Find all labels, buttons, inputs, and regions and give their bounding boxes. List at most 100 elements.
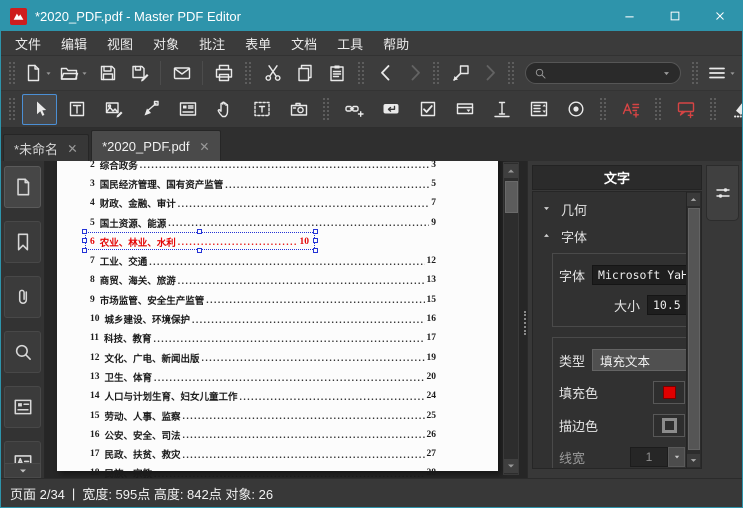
selection-handle[interactable] (313, 229, 318, 235)
toc-row[interactable]: 5 国土资源、能源 9 (90, 213, 436, 232)
pdf-page[interactable]: 2 综合政务 3 3 国民经济管理、国有资产监管 5 4 财政、金融、审计 7 5 国土资源、能源 9… (57, 161, 498, 478)
enter-key-button[interactable] (373, 94, 408, 125)
menu-view[interactable]: 视图 (97, 31, 143, 56)
section-geometry[interactable]: 几何 (539, 196, 701, 223)
toolbar-grip[interactable] (245, 62, 252, 84)
email-button[interactable] (166, 59, 197, 87)
selection-handle[interactable] (82, 229, 87, 235)
toolbar-grip[interactable] (600, 98, 606, 120)
back-button[interactable] (370, 59, 401, 87)
checkbox-field-button[interactable] (410, 94, 445, 125)
menu-edit[interactable]: 编辑 (51, 31, 97, 56)
edit-text-button[interactable] (59, 94, 94, 125)
sidebar-search-button[interactable] (4, 331, 41, 373)
menu-document[interactable]: 文档 (281, 31, 327, 56)
listbox-field-button[interactable] (521, 94, 556, 125)
tab-untitled[interactable]: *未命名 (3, 134, 90, 161)
toolbar-grip[interactable] (9, 98, 15, 120)
scroll-down-icon[interactable] (504, 459, 518, 473)
scrollbar-thumb[interactable] (505, 181, 518, 213)
toolbar-grip[interactable] (323, 98, 329, 120)
font-name-input[interactable]: Microsoft YaHei (592, 265, 695, 285)
hand-tool-button[interactable] (207, 94, 242, 125)
print-button[interactable] (208, 59, 239, 87)
toc-row[interactable]: 15 劳动、人事、监察 25 (90, 406, 436, 425)
toolbar-grip[interactable] (655, 98, 661, 120)
section-font[interactable]: 字体 (539, 223, 701, 250)
toc-row[interactable]: 17 民政、扶贫、救灾 27 (90, 444, 436, 463)
toc-row[interactable]: 11 科技、教育 17 (90, 329, 436, 348)
combobox-field-button[interactable] (447, 94, 482, 125)
toc-row[interactable]: 6农业、林业、水利10 (82, 229, 318, 254)
selection-handle[interactable] (82, 238, 87, 244)
dropdown-icon[interactable] (728, 69, 737, 78)
highlight-text-button[interactable] (613, 94, 648, 125)
scroll-up-icon[interactable] (504, 164, 518, 178)
toc-row[interactable]: 14 人口与计划生育、妇女儿童工作 24 (90, 387, 436, 406)
tab-close-icon[interactable] (199, 141, 210, 152)
toc-row[interactable]: 13 卫生、体育 20 (90, 367, 436, 386)
tab-close-icon[interactable] (67, 143, 78, 154)
toc-row[interactable]: 18 民族、宗教 28 (90, 464, 436, 478)
tab-2020-pdf[interactable]: *2020_PDF.pdf (91, 130, 221, 161)
open-file-button[interactable] (57, 59, 92, 87)
edit-forms-button[interactable] (170, 94, 205, 125)
toc-row[interactable]: 4 财政、金融、审计 7 (90, 194, 436, 213)
sidebar-page-thumbnails-button[interactable] (4, 166, 41, 208)
forward-button[interactable] (402, 59, 427, 87)
toc-row[interactable]: 3 国民经济管理、国有资产监管 5 (90, 174, 436, 193)
toc-row[interactable]: 2 综合政务 3 (90, 161, 436, 174)
dropdown-icon[interactable] (80, 69, 89, 78)
save-button[interactable] (92, 59, 123, 87)
menu-object[interactable]: 对象 (143, 31, 189, 56)
selection-handle[interactable] (82, 248, 87, 254)
edit-image-button[interactable] (96, 94, 131, 125)
line-width-spinner[interactable]: 1 (630, 447, 685, 467)
main-menu-button[interactable] (704, 59, 739, 87)
sidebar-attachments-button[interactable] (4, 276, 41, 318)
menu-tools[interactable]: 工具 (327, 31, 373, 56)
selection-box[interactable] (82, 229, 318, 254)
type-dropdown[interactable]: 填充文本 (592, 349, 695, 371)
menu-annotation[interactable]: 批注 (189, 31, 235, 56)
toolbar-grip[interactable] (9, 62, 15, 84)
toc-row[interactable]: 10 城乡建设、环境保护 16 (90, 309, 436, 328)
sidebar-form-fields-button[interactable] (4, 386, 41, 428)
menu-form[interactable]: 表单 (235, 31, 281, 56)
document-scrollbar[interactable] (503, 162, 519, 475)
selection-handle[interactable] (313, 238, 318, 244)
toc-row[interactable]: 8 商贸、海关、旅游 13 (90, 271, 436, 290)
toolbar-grip[interactable] (508, 62, 515, 84)
radio-field-button[interactable] (558, 94, 593, 125)
fill-color-button[interactable] (653, 381, 685, 404)
paste-button[interactable] (321, 59, 352, 87)
toolbar-grip[interactable] (692, 62, 699, 84)
link-tool-button[interactable] (336, 94, 371, 125)
scrollbar-thumb[interactable] (688, 208, 700, 450)
properties-side-tab[interactable] (706, 165, 739, 221)
menu-file[interactable]: 文件 (5, 31, 51, 56)
cut-button[interactable] (257, 59, 288, 87)
select-tool-button[interactable] (22, 93, 57, 125)
toc-row[interactable]: 9 市场监管、安全生产监管 15 (90, 290, 436, 309)
dropdown-icon[interactable] (44, 69, 53, 78)
minimize-button[interactable] (607, 1, 652, 31)
toolbar-grip[interactable] (710, 98, 716, 120)
sidebar-scroll-down-button[interactable] (4, 463, 41, 478)
sticky-note-button[interactable] (668, 94, 703, 125)
scroll-up-icon[interactable] (687, 193, 700, 206)
toolbar-grip[interactable] (358, 62, 365, 84)
menu-help[interactable]: 帮助 (373, 31, 419, 56)
toc-row[interactable]: 12 文化、广电、新闻出版 19 (90, 348, 436, 367)
scroll-down-icon[interactable] (687, 454, 700, 467)
selection-handle[interactable] (197, 229, 202, 235)
copy-button[interactable] (289, 59, 320, 87)
search-box[interactable] (525, 62, 682, 84)
spinner-down-icon[interactable] (668, 447, 685, 467)
fit-visible-button[interactable] (445, 59, 476, 87)
select-text-area-button[interactable] (244, 94, 279, 125)
edit-path-button[interactable] (133, 94, 168, 125)
search-input[interactable] (552, 65, 657, 81)
eraser-button[interactable] (723, 94, 742, 125)
panel-scrollbar[interactable] (686, 192, 701, 468)
